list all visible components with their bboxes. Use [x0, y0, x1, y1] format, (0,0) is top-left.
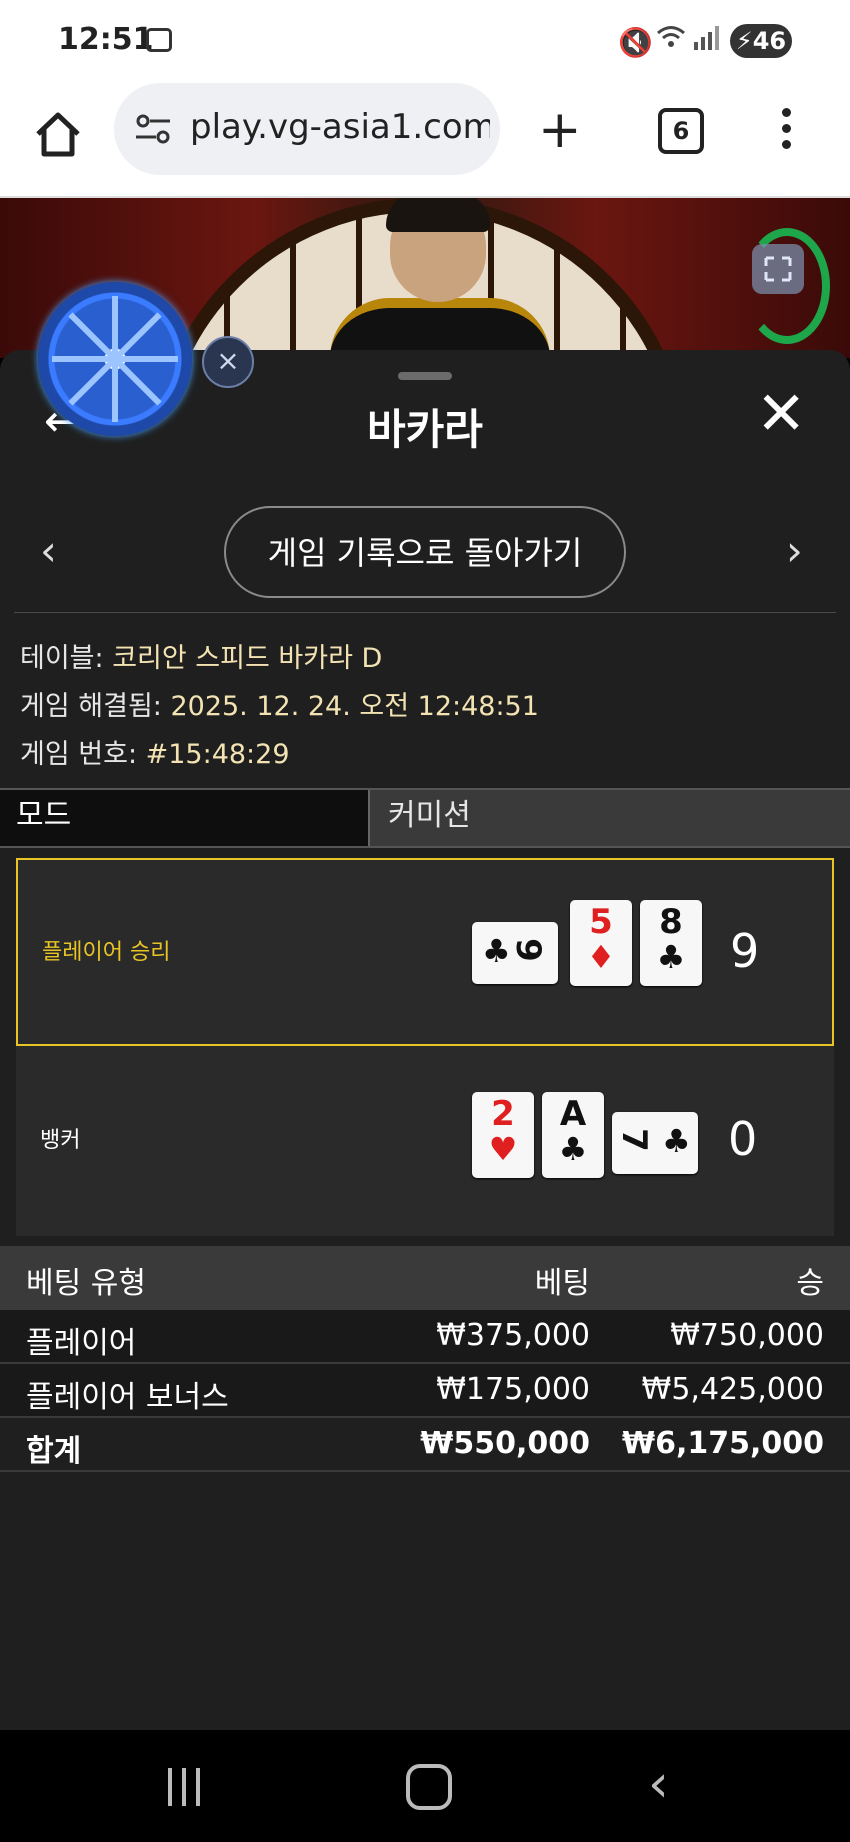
- header-bet: 베팅: [534, 1266, 590, 1301]
- site-settings-icon[interactable]: [134, 113, 172, 145]
- battery-icon: ⚡46: [730, 24, 792, 58]
- wheel-close-icon[interactable]: ×: [202, 336, 254, 388]
- mode-value: 커미션: [388, 798, 471, 833]
- mute-icon: 🔇: [618, 26, 653, 59]
- total-win: ₩6,175,000: [621, 1426, 824, 1461]
- bet-table: 베팅 유형 베팅 승 플레이어 ₩375,000 ₩750,000 플레이어 보…: [0, 1246, 850, 1472]
- system-nav-bar: ‹: [0, 1730, 850, 1842]
- wifi-icon: [656, 24, 686, 57]
- resolved-info: 게임 해결됨: 2025. 12. 24. 오전 12:48:51: [20, 684, 539, 723]
- win-amount-cell: ₩5,425,000: [641, 1372, 824, 1407]
- status-time: 12:51: [58, 22, 154, 57]
- player-card-3: 8 ♣: [640, 900, 702, 986]
- card-suit: ♣: [656, 938, 686, 976]
- back-to-history-button[interactable]: 게임 기록으로 돌아가기: [224, 506, 626, 598]
- banker-score: 0: [728, 1112, 758, 1166]
- tabs-icon[interactable]: 6: [658, 108, 704, 154]
- bet-type-cell: 플레이어 보너스: [26, 1380, 229, 1415]
- player-score: 9: [730, 924, 760, 978]
- card-rank: 5: [589, 902, 613, 942]
- table-header: 베팅 유형 베팅 승: [0, 1246, 850, 1310]
- table-value: 코리안 스피드 바카라 D: [112, 643, 383, 674]
- menu-icon[interactable]: [780, 104, 792, 160]
- mode-row: 모드 커미션: [0, 788, 850, 848]
- hand-results: 플레이어 승리 ♣ 9 5 ♦ 8 ♣ 9 뱅커 2 ♥ A ♣ 7 ♣ 0: [16, 858, 834, 1236]
- player-card-2: 5 ♦: [570, 900, 632, 986]
- table-label: 테이블:: [20, 643, 113, 674]
- divider: [14, 612, 836, 613]
- card-rank: 7: [613, 1128, 654, 1152]
- plus-icon[interactable]: +: [538, 102, 582, 158]
- table-row: 플레이어 ₩375,000 ₩750,000: [0, 1310, 850, 1364]
- banker-card-1: 2 ♥: [472, 1092, 534, 1178]
- card-suit: ♥: [488, 1130, 518, 1168]
- card-suit: ♦: [586, 938, 616, 976]
- banker-card-2: A ♣: [542, 1092, 604, 1178]
- win-amount-cell: ₩750,000: [670, 1318, 824, 1353]
- home-nav-icon[interactable]: [406, 1764, 452, 1810]
- wheel-widget-icon[interactable]: [38, 282, 192, 436]
- signal-icon: [694, 26, 720, 56]
- card-suit: ♣: [482, 932, 511, 970]
- previous-game-chevron-icon[interactable]: ‹: [40, 526, 57, 575]
- mode-label: 모드: [0, 790, 370, 846]
- battery-level: 46: [752, 27, 787, 55]
- screenshot-icon: [146, 28, 172, 52]
- resolved-label: 게임 해결됨:: [20, 691, 171, 722]
- status-bar: 12:51 🔇 ⚡46: [0, 0, 850, 80]
- bet-amount-cell: ₩175,000: [436, 1372, 590, 1407]
- next-game-chevron-icon[interactable]: ›: [786, 526, 803, 575]
- card-rank: 9: [507, 938, 548, 962]
- game-number-label: 게임 번호:: [20, 739, 146, 770]
- tab-count: 6: [672, 117, 690, 145]
- total-bet: ₩550,000: [420, 1426, 590, 1461]
- close-icon[interactable]: ✕: [756, 384, 806, 444]
- player-card-1: ♣ 9: [472, 922, 558, 984]
- card-rank: A: [559, 1094, 587, 1134]
- card-suit: ♣: [662, 1122, 691, 1160]
- resolved-value: 2025. 12. 24. 오전 12:48:51: [170, 691, 539, 722]
- header-bet-type: 베팅 유형: [26, 1266, 146, 1301]
- player-result-label: 플레이어 승리: [42, 940, 171, 965]
- bet-type-cell: 플레이어: [26, 1326, 137, 1361]
- header-win: 승: [796, 1266, 824, 1301]
- table-row: 플레이어 보너스 ₩175,000 ₩5,425,000: [0, 1364, 850, 1418]
- banker-result-label: 뱅커: [40, 1128, 81, 1153]
- player-hand: 플레이어 승리 ♣ 9 5 ♦ 8 ♣ 9: [16, 858, 834, 1046]
- table-info: 테이블: 코리안 스피드 바카라 D: [20, 636, 382, 675]
- dealer: [330, 198, 550, 358]
- recent-apps-icon[interactable]: [168, 1768, 212, 1808]
- browser-toolbar: play.vg-asia1.com + 6: [0, 80, 850, 198]
- banker-card-3: 7 ♣: [612, 1112, 698, 1174]
- url-text[interactable]: play.vg-asia1.com: [190, 107, 490, 147]
- card-suit: ♣: [558, 1130, 588, 1168]
- game-result-sheet: ← 바카라 ✕ ‹ 게임 기록으로 돌아가기 › 테이블: 코리안 스피드 바카…: [0, 350, 850, 1730]
- card-rank: 2: [491, 1094, 515, 1134]
- game-number-info: 게임 번호: #15:48:29: [20, 732, 290, 771]
- address-bar[interactable]: play.vg-asia1.com: [114, 83, 500, 175]
- drag-handle[interactable]: [398, 372, 452, 380]
- back-nav-icon[interactable]: ‹: [648, 1754, 669, 1814]
- bet-amount-cell: ₩375,000: [436, 1318, 590, 1353]
- home-icon[interactable]: [30, 106, 86, 162]
- card-rank: 8: [659, 902, 683, 942]
- total-row: 합계 ₩550,000 ₩6,175,000: [0, 1418, 850, 1472]
- total-label: 합계: [26, 1434, 82, 1469]
- expand-icon[interactable]: [752, 244, 804, 294]
- game-number-value: #15:48:29: [145, 739, 290, 770]
